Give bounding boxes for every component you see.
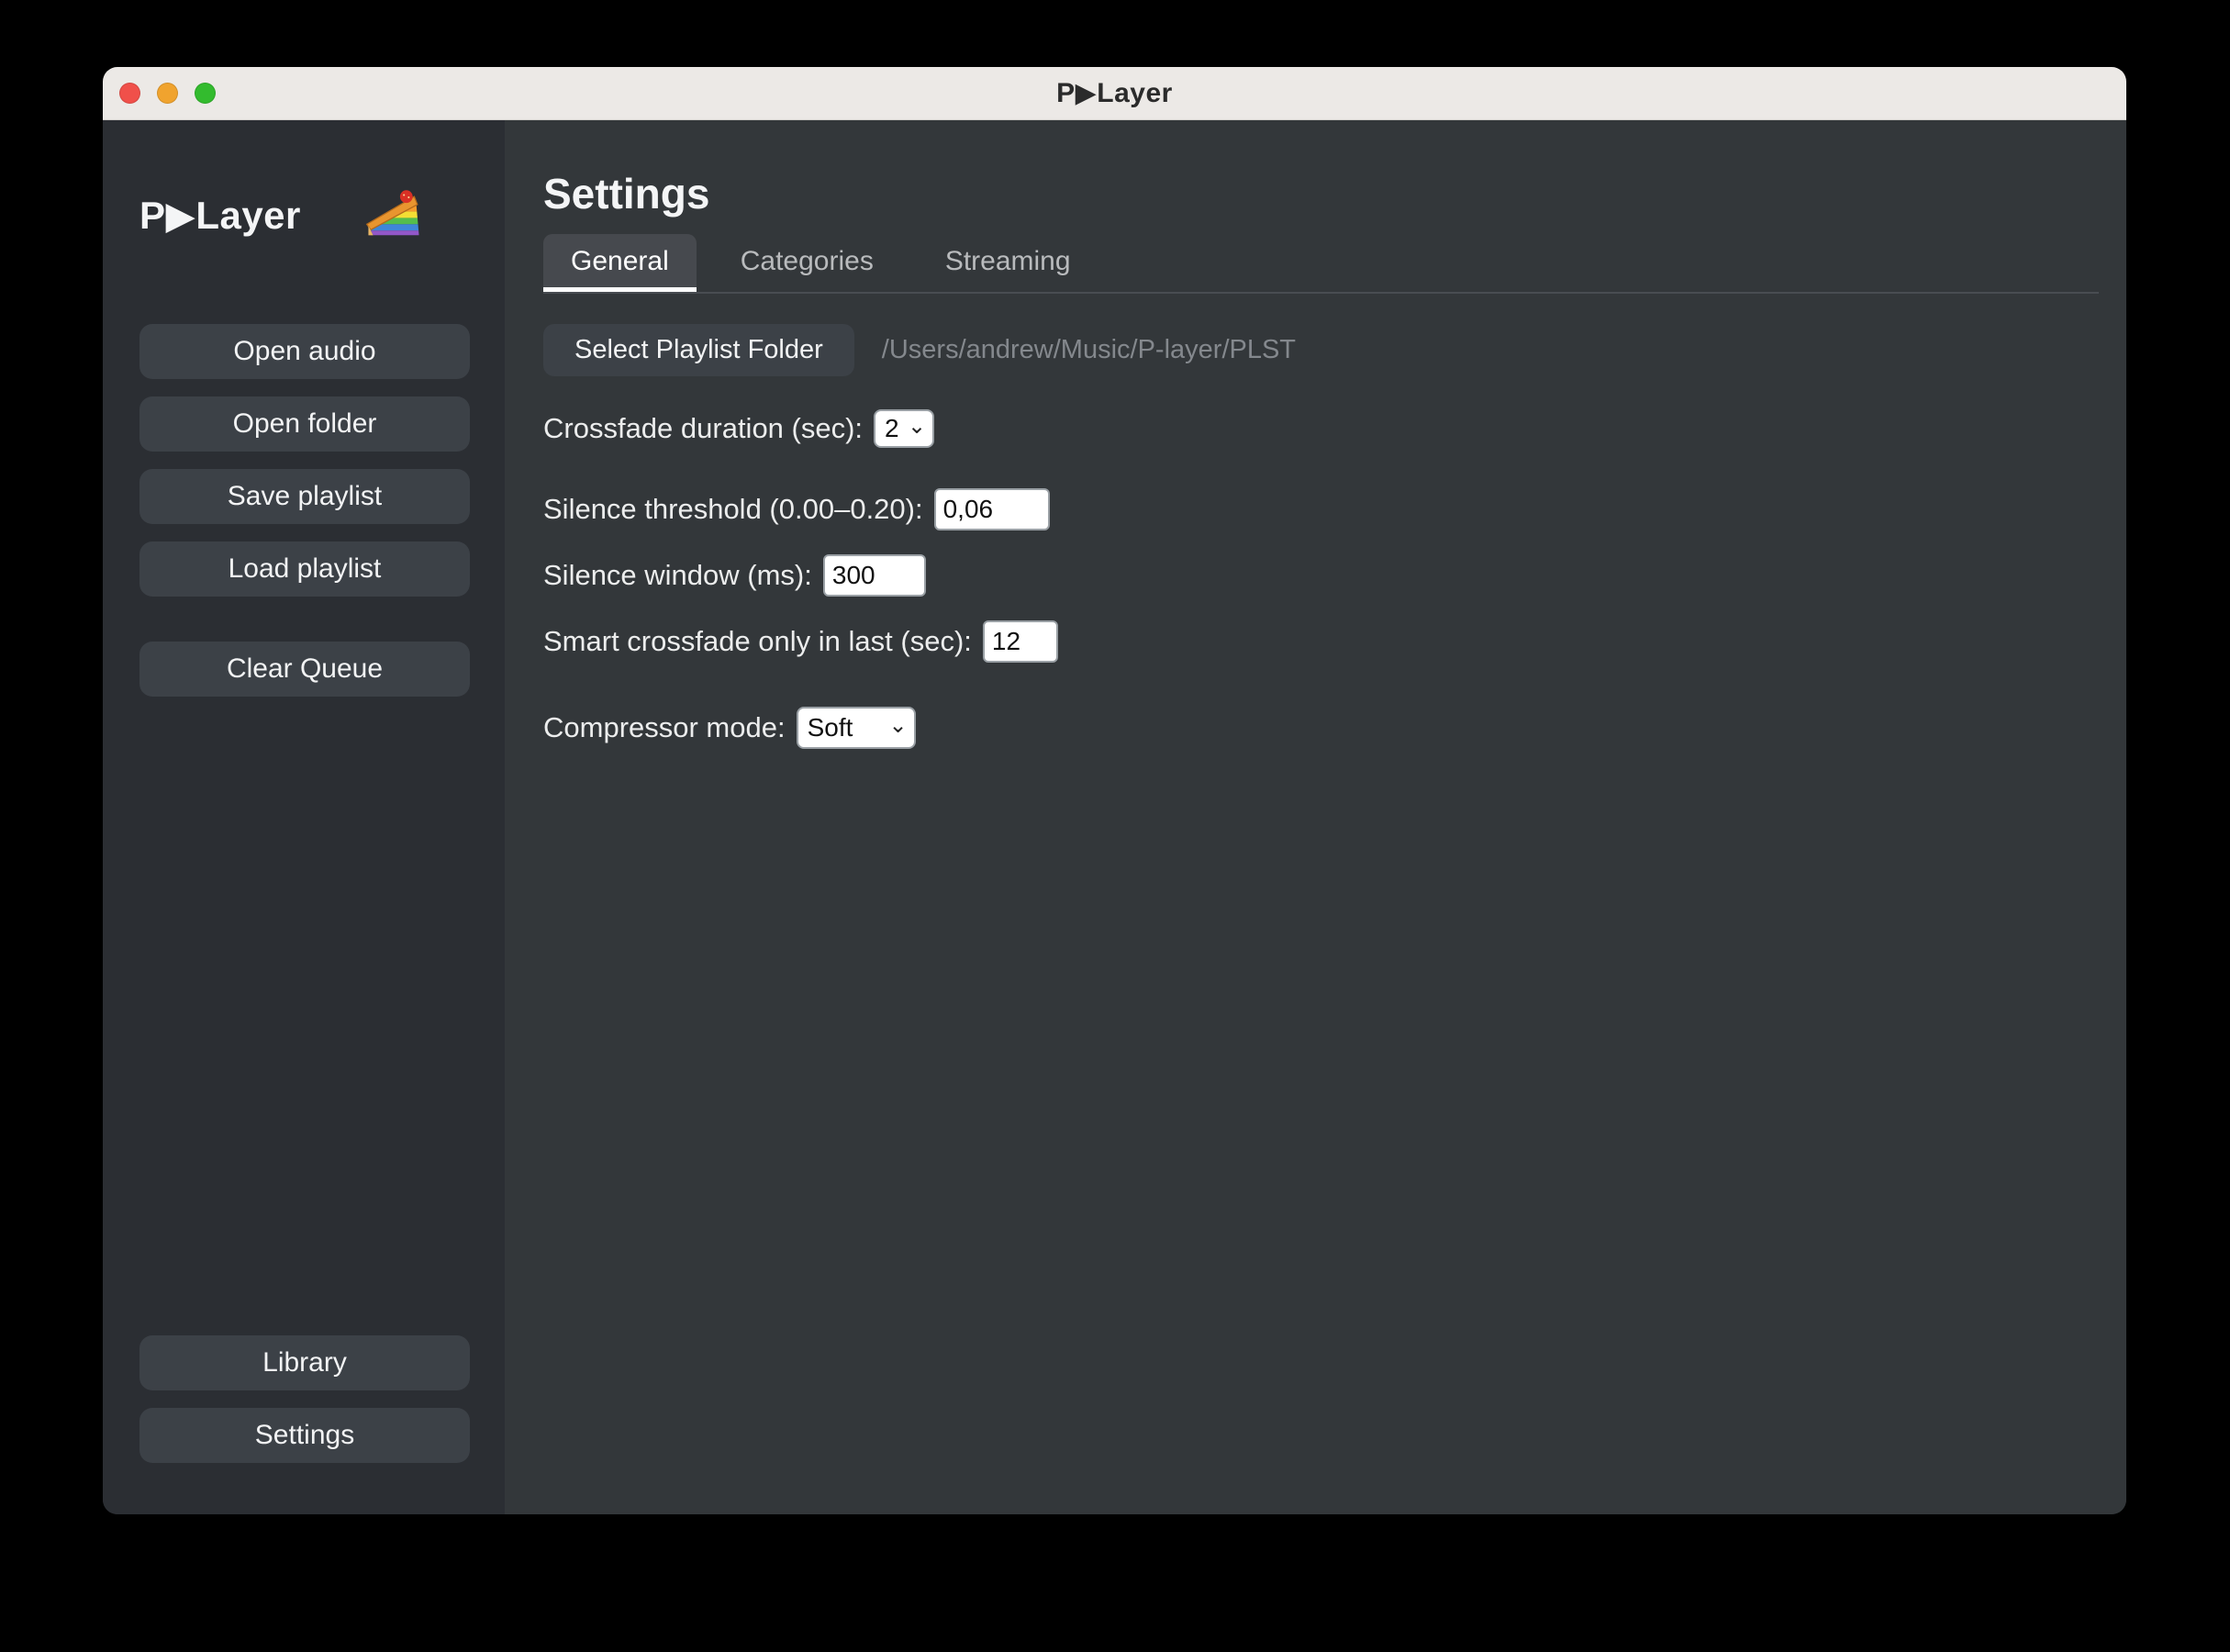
- tab-categories[interactable]: Categories: [713, 234, 901, 292]
- settings-button[interactable]: Settings: [139, 1408, 470, 1463]
- app-body: P▶Layer: [103, 120, 2126, 1514]
- settings-panel: Settings General Categories Streaming Se…: [505, 120, 2126, 1514]
- sidebar: P▶Layer: [103, 120, 505, 1514]
- close-icon[interactable]: [119, 83, 140, 104]
- app-logo-text: P▶Layer: [139, 193, 301, 238]
- smart-crossfade-input[interactable]: [983, 620, 1058, 663]
- compressor-mode-row: Compressor mode: Soft ⌄: [543, 707, 2099, 749]
- open-audio-button[interactable]: Open audio: [139, 324, 470, 379]
- minimize-icon[interactable]: [157, 83, 178, 104]
- zoom-icon[interactable]: [195, 83, 216, 104]
- save-playlist-button[interactable]: Save playlist: [139, 469, 470, 524]
- compressor-mode-label: Compressor mode:: [543, 711, 786, 744]
- library-button[interactable]: Library: [139, 1335, 470, 1390]
- window-title: P▶Layer: [1056, 77, 1173, 109]
- silence-window-input[interactable]: [823, 554, 926, 597]
- app-window: P▶Layer P▶Layer: [103, 67, 2126, 1514]
- open-folder-button[interactable]: Open folder: [139, 396, 470, 452]
- crossfade-duration-select-wrap: 2 ⌄: [874, 409, 934, 448]
- page-title: Settings: [543, 169, 2099, 219]
- crossfade-duration-label: Crossfade duration (sec):: [543, 412, 863, 445]
- compressor-mode-select[interactable]: Soft: [797, 707, 916, 749]
- sidebar-spacer: [139, 697, 470, 1318]
- load-playlist-button[interactable]: Load playlist: [139, 541, 470, 597]
- silence-threshold-label: Silence threshold (0.00–0.20):: [543, 493, 923, 526]
- silence-threshold-input[interactable]: [934, 488, 1050, 530]
- crossfade-duration-select[interactable]: 2: [874, 409, 934, 448]
- silence-window-row: Silence window (ms):: [543, 554, 2099, 597]
- smart-crossfade-label: Smart crossfade only in last (sec):: [543, 625, 972, 658]
- clear-queue-button[interactable]: Clear Queue: [139, 642, 470, 697]
- titlebar: P▶Layer: [103, 67, 2126, 120]
- tab-streaming[interactable]: Streaming: [918, 234, 1098, 292]
- cake-icon: [365, 186, 422, 243]
- tab-general[interactable]: General: [543, 234, 697, 292]
- settings-tabs: General Categories Streaming: [543, 234, 2099, 294]
- playlist-folder-row: Select Playlist Folder /Users/andrew/Mus…: [543, 324, 2099, 376]
- traffic-lights: [119, 67, 216, 119]
- silence-threshold-row: Silence threshold (0.00–0.20):: [543, 488, 2099, 530]
- select-playlist-folder-button[interactable]: Select Playlist Folder: [543, 324, 854, 376]
- compressor-mode-select-wrap: Soft ⌄: [797, 707, 916, 749]
- app-logo: P▶Layer: [139, 186, 470, 243]
- crossfade-duration-row: Crossfade duration (sec): 2 ⌄: [543, 409, 2099, 448]
- silence-window-label: Silence window (ms):: [543, 559, 812, 592]
- playlist-folder-path: /Users/andrew/Music/P-layer/PLST: [882, 335, 1296, 365]
- smart-crossfade-row: Smart crossfade only in last (sec):: [543, 620, 2099, 663]
